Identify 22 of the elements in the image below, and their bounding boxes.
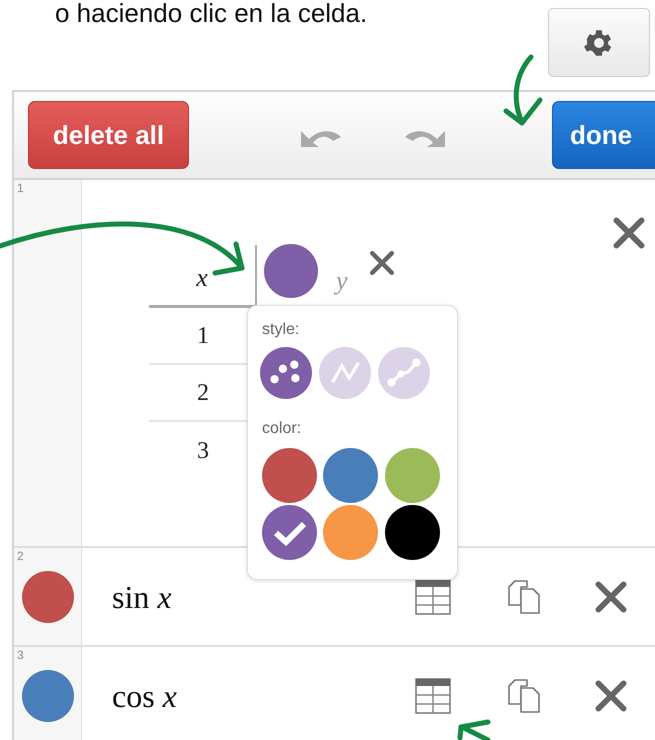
style-label: style:	[262, 322, 300, 338]
close-icon[interactable]	[368, 249, 396, 277]
instruction-text: o haciendo clic en la celda.	[55, 0, 368, 26]
settings-button[interactable]	[548, 8, 650, 77]
close-icon[interactable]	[593, 578, 629, 614]
expression-number: 3	[17, 649, 24, 661]
color-swatch[interactable]	[264, 244, 318, 298]
close-icon[interactable]	[611, 215, 647, 251]
check-icon	[272, 520, 306, 546]
formula-text[interactable]: cos x	[112, 672, 402, 720]
color-label: color:	[262, 421, 302, 437]
table-icon[interactable]	[415, 678, 451, 714]
duplicate-icon[interactable]	[507, 578, 541, 614]
duplicate-icon[interactable]	[507, 678, 541, 714]
delete-all-button[interactable]: delete all	[28, 101, 189, 169]
table-icon[interactable]	[415, 578, 451, 614]
expression-number: 1	[17, 182, 24, 194]
done-button[interactable]: done	[552, 101, 655, 169]
column-header[interactable]: x	[149, 245, 257, 305]
close-icon[interactable]	[593, 678, 629, 714]
expression-number: 2	[17, 550, 24, 562]
style-option[interactable]	[260, 347, 312, 399]
